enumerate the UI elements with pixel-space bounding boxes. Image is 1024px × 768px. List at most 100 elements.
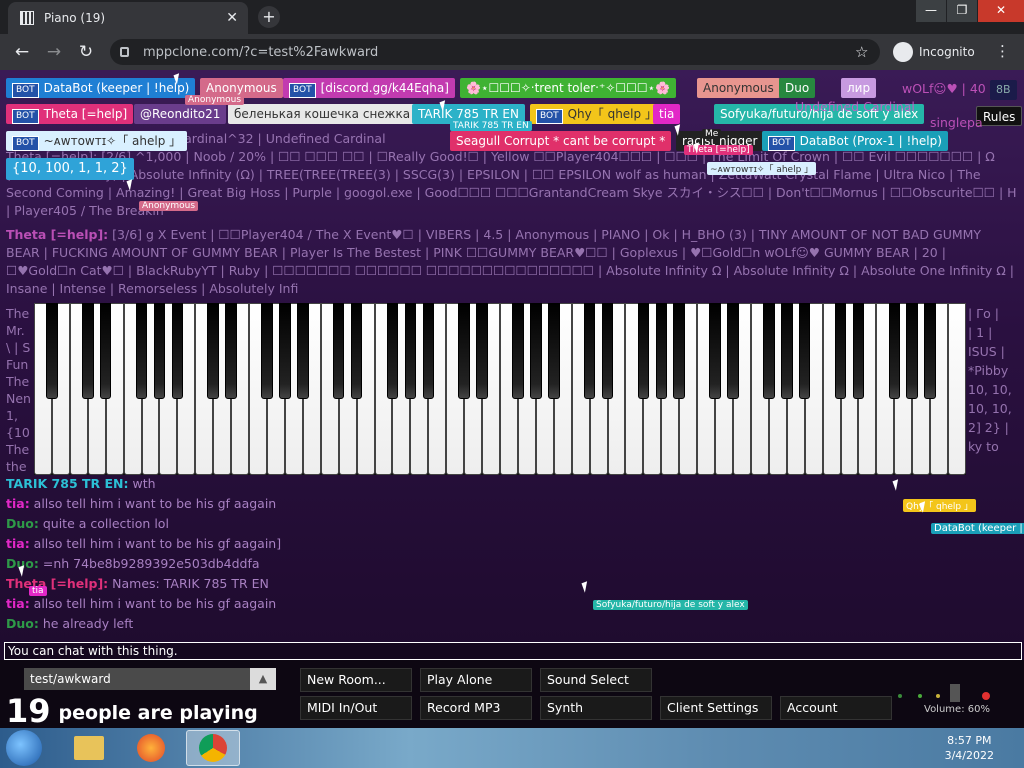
user-tag[interactable]: @Reondito21 — [134, 104, 227, 124]
black-key[interactable] — [727, 303, 739, 399]
black-key[interactable] — [171, 303, 184, 399]
black-key[interactable] — [207, 303, 219, 399]
new-tab-button[interactable]: + — [258, 6, 280, 28]
black-key[interactable] — [781, 303, 793, 399]
client-settings-button[interactable]: Client Settings — [660, 696, 772, 720]
black-key[interactable] — [798, 303, 811, 399]
black-key[interactable] — [763, 303, 775, 399]
black-key[interactable] — [404, 303, 417, 399]
piano-keyboard[interactable] — [34, 303, 966, 475]
black-key[interactable] — [583, 303, 596, 399]
room-name: test/awkward — [30, 672, 111, 686]
room-dropdown-arrow-icon[interactable]: ▲ — [250, 668, 276, 690]
volume-slider-handle[interactable] — [950, 684, 960, 702]
file-explorer-icon[interactable] — [62, 730, 116, 766]
volume-knob[interactable]: Volume: 60% — [896, 682, 1006, 722]
black-key[interactable] — [99, 303, 112, 399]
black-key[interactable] — [46, 303, 58, 399]
black-key[interactable] — [852, 303, 865, 399]
chat-input[interactable]: You can chat with this thing. — [4, 642, 1022, 660]
sound-select-button[interactable]: Sound Select — [540, 668, 652, 692]
synth-button[interactable]: Synth — [540, 696, 652, 720]
user-tag[interactable]: BOT Theta [=help] — [6, 104, 134, 124]
restore-button[interactable]: ❐ — [947, 0, 977, 22]
system-clock[interactable]: 8:57 PM 3/4/2022 — [945, 733, 994, 763]
reload-button[interactable]: ↻ — [70, 42, 102, 62]
black-key[interactable] — [906, 303, 918, 399]
black-key[interactable] — [350, 303, 363, 399]
firefox-icon[interactable] — [124, 730, 178, 766]
user-tag[interactable]: BOT DataBot (Prox-1 | !help) — [762, 131, 948, 151]
tab-close-icon[interactable]: ✕ — [226, 10, 238, 26]
user-tag[interactable]: лир — [841, 78, 877, 98]
browser-menu-icon[interactable]: ⋮ — [995, 42, 1010, 60]
black-key[interactable] — [673, 303, 685, 399]
user-tag[interactable]: BOT ~ᴀᴡᴛᴏᴡᴛɪ✧「 ahelp 」 — [6, 131, 188, 151]
user-badge-8b[interactable]: 8B — [990, 80, 1017, 100]
midi-button[interactable]: MIDI In/Out — [300, 696, 412, 720]
black-key[interactable] — [655, 303, 668, 399]
record-mp3-button[interactable]: Record MP3 — [420, 696, 532, 720]
chat-author[interactable]: Duo: — [6, 616, 39, 631]
user-cursor-icon — [581, 581, 591, 593]
black-key[interactable] — [709, 303, 721, 399]
bg-text-paragraph: Theta [=help]: [3/6] g X Event | ☐☐Playe… — [6, 226, 1018, 298]
chat-author[interactable]: Duo: — [6, 516, 39, 531]
chat-author[interactable]: tia: — [6, 536, 30, 551]
close-window-button[interactable]: ✕ — [978, 0, 1024, 22]
start-button[interactable] — [6, 730, 42, 766]
user-tag[interactable]: BOT Qhy「 qhelp 」 — [530, 104, 663, 124]
play-alone-button[interactable]: Play Alone — [420, 668, 532, 692]
back-button[interactable]: ← — [6, 42, 38, 62]
account-button[interactable]: Account — [780, 696, 892, 720]
black-key[interactable] — [332, 303, 345, 399]
forward-button[interactable]: → — [38, 42, 70, 62]
black-key[interactable] — [924, 303, 936, 399]
chat-author[interactable]: tia: — [6, 596, 30, 611]
black-key[interactable] — [153, 303, 166, 399]
rules-button[interactable]: Rules — [976, 106, 1023, 126]
chat-author[interactable]: TARIK 785 TR EN: — [6, 476, 129, 491]
user-tag[interactable]: беленькая кошечка снежка — [228, 104, 417, 124]
room-selector[interactable]: test/awkward ▲ — [24, 668, 276, 690]
new-room-button[interactable]: New Room... — [300, 668, 412, 692]
black-key[interactable] — [530, 303, 542, 399]
black-key[interactable] — [834, 303, 847, 399]
black-key[interactable] — [512, 303, 524, 399]
black-key[interactable] — [476, 303, 488, 399]
user-tag[interactable]: Anonymous — [697, 78, 780, 98]
incognito-indicator[interactable]: Incognito — [893, 42, 975, 62]
user-tag[interactable]: BOT DataBot (keeper | !help) — [6, 78, 196, 98]
black-key[interactable] — [548, 303, 560, 399]
black-key[interactable] — [297, 303, 309, 399]
address-bar[interactable]: mppclone.com/?c=test%2Fawkward — [110, 39, 880, 65]
black-key[interactable] — [458, 303, 470, 399]
user-name: Seagull Corrupt * cant be corrupt * — [456, 134, 666, 148]
user-tag[interactable]: BOT [discord.gg/k44Eqha] — [283, 78, 455, 98]
user-tag[interactable]: tia — [653, 104, 681, 124]
chat-author[interactable]: Theta [=help]: — [6, 576, 108, 591]
user-name: DataBot (Prox-1 | !help) — [799, 134, 942, 148]
black-key[interactable] — [422, 303, 435, 399]
bookmark-star-icon[interactable]: ☆ — [855, 43, 868, 61]
black-key[interactable] — [261, 303, 273, 399]
chrome-icon[interactable] — [186, 730, 240, 766]
minimize-button[interactable]: — — [916, 0, 946, 22]
user-tag[interactable]: Duo — [779, 78, 816, 98]
black-key[interactable] — [888, 303, 901, 399]
chat-message: Duo: quite a collection lol — [6, 516, 169, 531]
black-key[interactable] — [601, 303, 614, 399]
black-key[interactable] — [135, 303, 148, 399]
black-key[interactable] — [279, 303, 291, 399]
chat-author[interactable]: tia: — [6, 496, 30, 511]
white-key[interactable] — [948, 303, 966, 475]
black-key[interactable] — [386, 303, 399, 399]
black-key[interactable] — [225, 303, 237, 399]
browser-tab[interactable]: Piano (19) ✕ — [8, 2, 248, 34]
user-tag[interactable]: 🌸⋆☐☐☐✧‧trent toler‧⁺✧☐☐☐⋆🌸 — [460, 78, 677, 98]
black-key[interactable] — [637, 303, 650, 399]
user-name: Theta [=help] — [43, 107, 128, 121]
user-tag[interactable]: {10, 100, 1, 1, 2} — [6, 158, 134, 180]
black-key[interactable] — [82, 303, 94, 399]
user-tag[interactable]: Seagull Corrupt * cant be corrupt * — [450, 131, 672, 151]
